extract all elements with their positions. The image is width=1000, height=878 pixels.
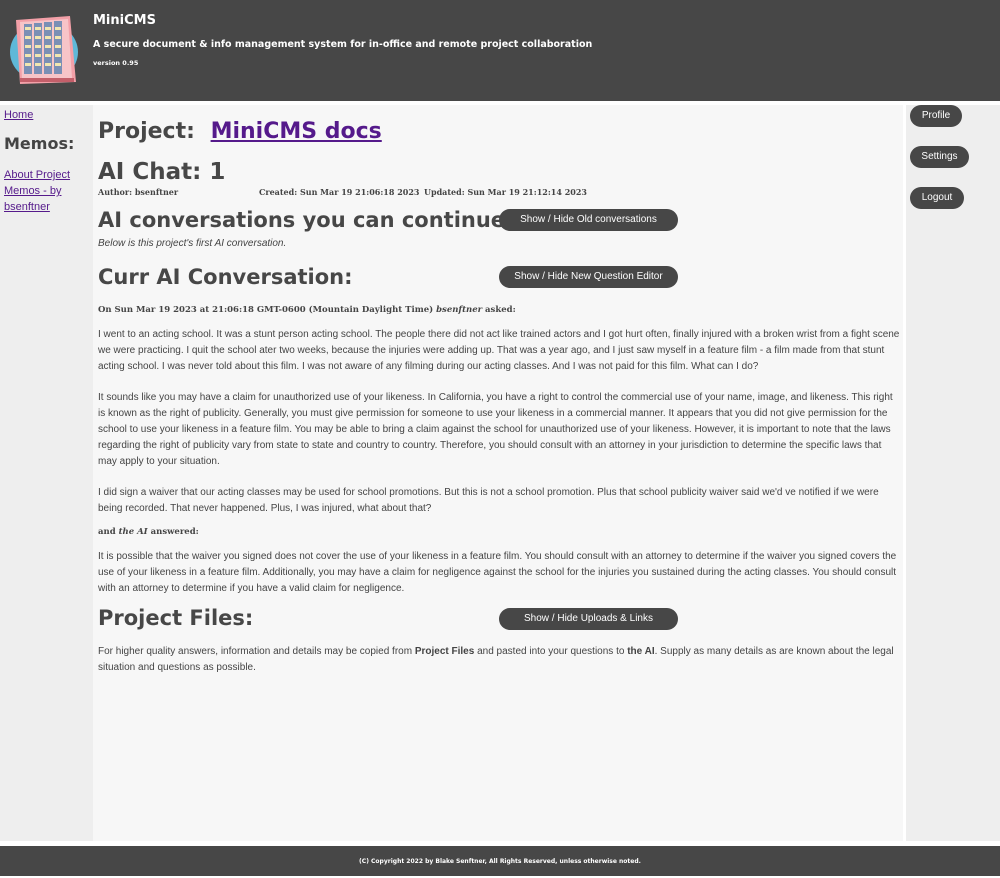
site-tagline: A secure document & info management syst…	[93, 39, 593, 50]
right-sidebar: Profile Settings Logout	[906, 105, 1000, 841]
toggle-uploads-links-button[interactable]: Show / Hide Uploads & Links	[499, 608, 678, 630]
first-conversation-note: Below is this project's first AI convers…	[98, 238, 287, 249]
asked-user: bsenftner	[436, 305, 483, 315]
toggle-new-question-button[interactable]: Show / Hide New Question Editor	[499, 266, 678, 288]
created-meta: Created: Sun Mar 19 21:06:18 2023	[259, 187, 420, 197]
site-title: MiniCMS	[93, 13, 156, 28]
answer-1: It sounds like you may have a claim for …	[98, 392, 893, 467]
settings-button[interactable]: Settings	[910, 146, 969, 168]
asked-suffix: asked:	[485, 305, 516, 315]
answered-prefix: and	[98, 527, 116, 537]
answered-suffix: answered:	[150, 527, 199, 537]
project-files-heading: Project Files:	[98, 606, 254, 630]
answered-line: and the AI answered:	[98, 527, 199, 537]
profile-button[interactable]: Profile	[910, 105, 962, 127]
logout-button[interactable]: Logout	[910, 187, 964, 209]
continue-heading: AI conversations you can continue:	[98, 208, 514, 232]
site-header: MiniCMS A secure document & info managem…	[0, 0, 1000, 101]
asked-line: On Sun Mar 19 2023 at 21:06:18 GMT-0600 …	[98, 305, 516, 315]
answer-2: It is possible that the waiver you signe…	[98, 551, 897, 594]
home-link[interactable]: Home	[4, 107, 33, 123]
site-version: version 0.95	[93, 59, 139, 67]
main-content: Project: MiniCMS docs AI Chat: 1 Author:…	[93, 105, 903, 841]
files-bold-the-ai: the AI	[627, 646, 655, 657]
project-link[interactable]: MiniCMS docs	[211, 119, 382, 144]
files-text-2: and pasted into your questions to	[477, 646, 625, 657]
files-text-1: For higher quality answers, information …	[98, 646, 413, 657]
question-1: I went to an acting school. It was a stu…	[98, 329, 900, 372]
project-prefix: Project:	[98, 119, 195, 144]
toggle-old-conversations-button[interactable]: Show / Hide Old conversations	[499, 209, 678, 231]
chat-title: AI Chat: 1	[98, 159, 226, 185]
answered-who: the AI	[118, 527, 148, 537]
current-conversation-heading: Curr AI Conversation:	[98, 265, 353, 289]
memos-title: Memos:	[4, 134, 75, 153]
asked-prefix: On Sun Mar 19 2023 at 21:06:18 GMT-0600 …	[98, 305, 434, 315]
project-heading: Project: MiniCMS docs	[98, 119, 382, 144]
updated-meta: Updated: Sun Mar 19 21:12:14 2023	[424, 187, 587, 197]
site-footer: (C) Copyright 2022 by Blake Senftner, Al…	[0, 846, 1000, 876]
question-2: I did sign a waiver that our acting clas…	[98, 487, 879, 514]
left-sidebar: Home Memos: About Project Memos - by bse…	[0, 105, 93, 841]
files-bold-project-files: Project Files	[414, 646, 475, 657]
memo-link-about-project[interactable]: About Project Memos - by bsenftner	[4, 167, 84, 215]
project-files-note: For higher quality answers, information …	[98, 644, 900, 676]
author-meta: Author: bsenftner	[98, 187, 179, 197]
file-cabinet-logo	[10, 16, 78, 84]
